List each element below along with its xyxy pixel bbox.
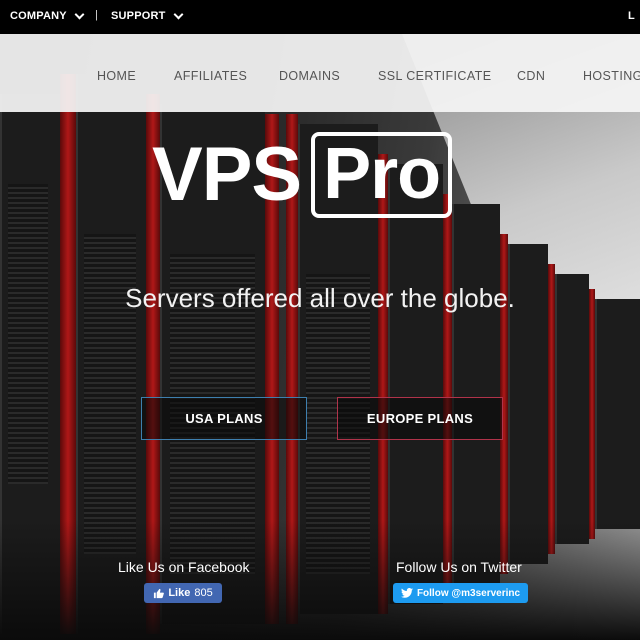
chevron-down-icon [173,9,184,19]
nav-ssl-certificate[interactable]: SSL CERTIFICATE [378,69,491,83]
topbar-login-link[interactable]: L [628,10,635,22]
facebook-like-button[interactable]: Like 805 [144,583,222,603]
support-menu[interactable]: SUPPORT [111,9,184,22]
twitter-follow-label: Follow @m3serverinc [416,587,521,599]
thumbs-up-icon [154,588,165,598]
rack-vent [8,184,48,484]
twitter-label: Follow Us on Twitter [396,559,522,575]
twitter-follow-button[interactable]: Follow @m3serverinc [393,583,528,603]
nav-cdn[interactable]: CDN [517,69,545,83]
company-menu-label: COMPANY [10,10,67,22]
topbar-separator: | [95,9,99,21]
server-rack [595,299,640,529]
hero-background [0,34,640,640]
nav-hosting[interactable]: HOSTING [583,69,640,83]
server-rack [555,274,589,544]
logo-text-pro: Pro [311,132,453,218]
company-menu[interactable]: COMPANY [10,9,85,22]
usa-plans-button[interactable]: USA PLANS [141,397,307,440]
top-utility-bar: COMPANY | SUPPORT L [0,0,640,34]
support-menu-label: SUPPORT [111,10,166,22]
main-navigation: HOME AFFILIATES DOMAINS SSL CERTIFICATE … [0,34,640,112]
logo-text-vps: VPS [152,132,302,217]
europe-plans-button[interactable]: EUROPE PLANS [337,397,503,440]
nav-affiliates[interactable]: AFFILIATES [174,69,247,83]
hero-tagline: Servers offered all over the globe. [125,283,515,313]
nav-domains[interactable]: DOMAINS [279,69,340,83]
rack-vent [84,234,136,554]
vpspro-logo[interactable]: VPS Pro [152,128,453,222]
facebook-like-label: Like [168,587,191,599]
floor-shadow [0,520,640,640]
facebook-like-count: 805 [194,587,213,599]
facebook-label: Like Us on Facebook [118,559,250,575]
chevron-down-icon [74,9,85,19]
twitter-bird-icon [400,588,413,598]
nav-home[interactable]: HOME [97,69,136,83]
